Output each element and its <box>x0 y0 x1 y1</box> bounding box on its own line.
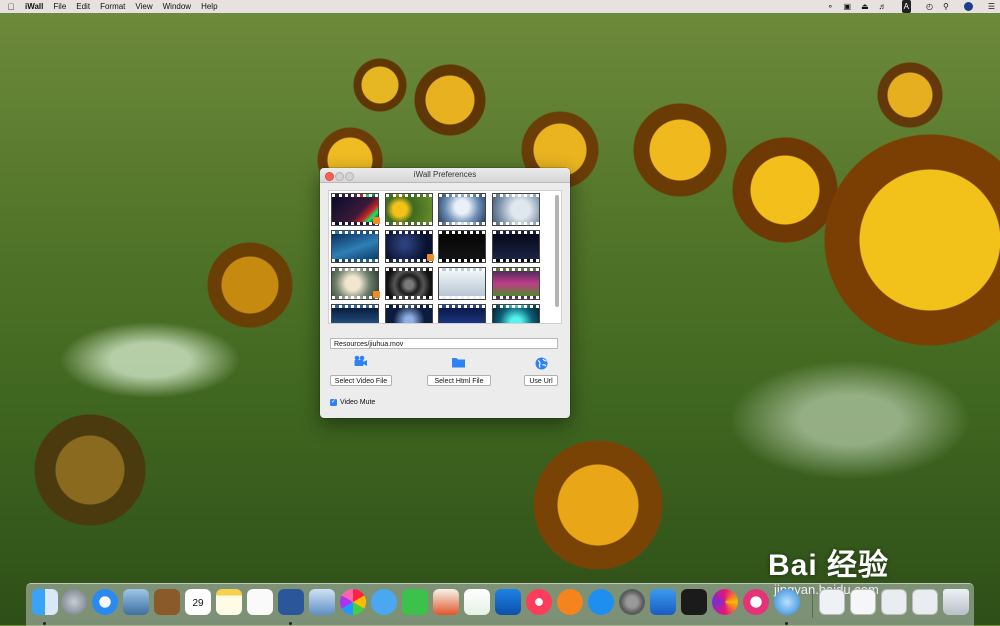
pages-icon[interactable] <box>433 589 459 615</box>
video-thumbnail-grid[interactable] <box>328 190 562 324</box>
menu-window[interactable]: Window <box>160 0 198 13</box>
volume-icon[interactable]: ♬ <box>879 0 887 13</box>
video-thumbnail[interactable] <box>331 193 380 226</box>
menu-help[interactable]: Help <box>198 0 224 13</box>
select-html-file-button[interactable]: Select Html File <box>427 375 491 386</box>
xcode-icon[interactable] <box>650 589 676 615</box>
folder-stack-icon[interactable] <box>881 589 907 615</box>
app-store-icon[interactable] <box>588 589 614 615</box>
folder-icon <box>452 358 465 368</box>
use-url-button[interactable]: Use Url <box>524 375 558 386</box>
keynote-icon[interactable] <box>495 589 521 615</box>
play-badge-icon <box>373 291 380 298</box>
notes-icon[interactable] <box>216 589 242 615</box>
file-path-field[interactable]: Resources/jiuhua.mov <box>330 338 558 349</box>
terminal-icon[interactable] <box>681 589 707 615</box>
menu-view[interactable]: View <box>132 0 159 13</box>
video-thumbnail[interactable] <box>438 230 486 263</box>
watermark-logo-text: Bai 经验 <box>768 549 890 582</box>
itunes-icon[interactable] <box>526 589 552 615</box>
video-thumbnail[interactable] <box>438 304 486 323</box>
clock-icon[interactable]: ◴ <box>926 0 933 13</box>
reminders-icon[interactable] <box>247 589 273 615</box>
video-mute-label: Video Mute <box>340 398 376 406</box>
play-badge-icon <box>427 254 434 261</box>
video-thumbnail[interactable] <box>385 193 433 226</box>
facetime-icon[interactable] <box>402 589 428 615</box>
dock: 29 <box>26 583 974 626</box>
wifi-icon[interactable]: ⚬ <box>827 0 834 13</box>
video-thumbnail[interactable] <box>331 230 379 263</box>
video-thumbnail[interactable] <box>385 304 433 323</box>
word-icon[interactable] <box>278 589 304 615</box>
video-thumbnail[interactable] <box>492 304 540 323</box>
notification-center-icon[interactable]: ☰ <box>988 0 995 13</box>
eject-icon[interactable]: ⏏ <box>861 0 869 13</box>
video-thumbnail[interactable] <box>492 230 540 263</box>
ibooks-icon[interactable] <box>557 589 583 615</box>
photos-preview-icon[interactable] <box>123 589 149 615</box>
keyboard-input-icon[interactable]: A <box>897 0 916 13</box>
calendar-icon[interactable]: 29 <box>185 589 211 615</box>
downloads-stack-icon[interactable] <box>850 589 876 615</box>
minimize-button[interactable] <box>335 171 344 181</box>
numbers-icon[interactable] <box>464 589 490 615</box>
video-mute-row[interactable]: ✓ Video Mute <box>330 397 375 407</box>
launchpad-icon[interactable] <box>61 589 87 615</box>
finder-icon[interactable] <box>32 589 58 615</box>
contacts-book-icon[interactable] <box>154 589 180 615</box>
video-thumbnail[interactable] <box>438 193 486 226</box>
dock-separator <box>812 590 813 618</box>
zoom-button[interactable] <box>345 171 354 181</box>
menu-app-name[interactable]: iWall <box>22 0 50 13</box>
system-preferences-icon[interactable] <box>619 589 645 615</box>
menu-edit[interactable]: Edit <box>73 0 97 13</box>
photos-icon[interactable] <box>340 589 366 615</box>
qq-chat-icon[interactable] <box>371 589 397 615</box>
window-title: iWall Preferences <box>413 170 477 179</box>
select-video-file-button[interactable]: Select Video File <box>330 375 392 386</box>
status-area: ⚬ ▣ ⏏ ♬ A ◴ ⚲ ☰ <box>822 0 1000 13</box>
user-avatar-icon[interactable] <box>959 0 978 13</box>
preview-icon[interactable] <box>309 589 335 615</box>
menu-file[interactable]: File <box>50 0 73 13</box>
stack-icon[interactable] <box>912 589 938 615</box>
video-thumbnail[interactable] <box>331 304 379 323</box>
preferences-window: iWall Preferences Resources/jiuhua.mov S… <box>320 168 570 418</box>
gallery-scrollbar[interactable] <box>555 195 559 307</box>
search-icon[interactable]: ⚲ <box>943 0 949 13</box>
close-button[interactable] <box>325 171 334 181</box>
apple-menu-icon[interactable]:  <box>0 2 22 12</box>
menu-bar:  iWall File Edit Format View Window Hel… <box>0 0 1000 13</box>
video-mute-checkbox[interactable]: ✓ <box>330 398 337 406</box>
video-thumbnail[interactable] <box>385 267 433 300</box>
documents-stack-icon[interactable] <box>819 589 845 615</box>
video-thumbnail[interactable] <box>492 193 540 226</box>
play-badge-icon <box>373 217 380 224</box>
safari-icon[interactable] <box>92 589 118 615</box>
menu-format[interactable]: Format <box>97 0 132 13</box>
paint-icon[interactable] <box>743 589 769 615</box>
video-camera-icon <box>354 355 367 366</box>
airplay-icon[interactable]: ▣ <box>844 0 852 13</box>
pinwheel-icon[interactable] <box>712 589 738 615</box>
window-titlebar[interactable]: iWall Preferences <box>320 168 570 183</box>
trash-icon[interactable] <box>943 589 969 615</box>
globe-icon <box>535 357 548 370</box>
video-thumbnail[interactable] <box>492 267 540 300</box>
iwall-icon[interactable] <box>774 589 800 615</box>
video-thumbnail[interactable] <box>385 230 434 263</box>
video-thumbnail[interactable] <box>331 267 380 300</box>
video-thumbnail[interactable] <box>438 267 486 300</box>
